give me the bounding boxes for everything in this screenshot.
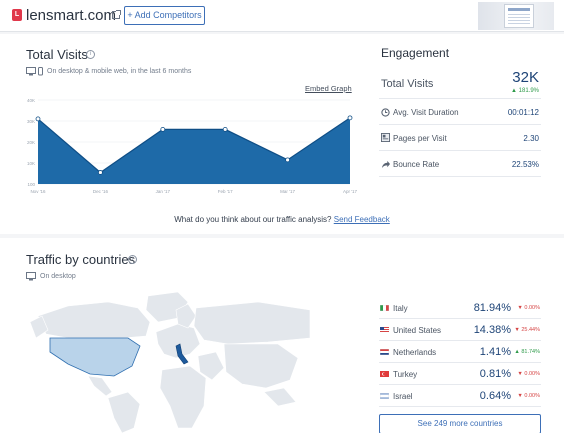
country-row-israel[interactable]: Israel 0.64% ▼ 0.00% (379, 385, 541, 407)
netherlands-flag-icon (380, 349, 389, 355)
embed-graph-link[interactable]: Embed Graph (305, 84, 352, 93)
country-row-turkey[interactable]: Turkey 0.81% ▼ 0.00% (379, 363, 541, 385)
x-tick-label: Jan '17 (156, 189, 171, 194)
map-united-states (49, 337, 141, 377)
total-visits-label: Total Visits (381, 78, 434, 90)
website-thumbnail[interactable] (478, 2, 554, 30)
see-more-countries-button[interactable]: See 249 more countries (379, 414, 541, 433)
country-change: ▼ 0.00% (517, 393, 540, 399)
usa-flag-icon (380, 327, 389, 333)
map-asia (223, 343, 299, 389)
y-tick-label: 20K (27, 140, 35, 145)
y-tick-label: 40K (27, 98, 35, 103)
country-name[interactable]: Netherlands (393, 348, 436, 357)
x-tick-label: Mar '17 (280, 189, 295, 194)
country-share: 1.41% (479, 346, 511, 358)
y-tick-label: 30K (27, 119, 35, 124)
country-name[interactable]: United States (393, 326, 441, 335)
country-share: 81.94% (473, 302, 511, 314)
total-visits-chart: 40K 30K 20K 10K 100 Nov '16 Dec '16 Jan '17 Feb … (27, 98, 357, 194)
engagement-row-pages: Pages per Visit 2.30 (379, 126, 541, 151)
world-map[interactable] (28, 288, 310, 433)
site-header: L lensmart.com + Add Competitors (0, 0, 564, 32)
map-canada (37, 301, 151, 341)
country-row-italy[interactable]: Italy 81.94% ▼ 0.00% (379, 297, 541, 319)
x-tick-label: Apr '17 (343, 189, 357, 194)
data-point (347, 115, 353, 121)
bounce-arrow-icon (381, 160, 390, 169)
engagement-total-visits: Total Visits 32K ▲ 181.9% (379, 68, 541, 99)
country-row-netherlands[interactable]: Netherlands 1.41% ▲ 81.74% (379, 341, 541, 363)
avg-visit-duration-value: 00:01:12 (507, 108, 539, 117)
country-share: 0.81% (479, 368, 511, 380)
x-tick-label: Dec '16 (93, 189, 109, 194)
traffic-overview-panel: Total Visits i On desktop & mobile web, … (0, 34, 564, 234)
country-share: 14.38% (473, 324, 511, 336)
pages-per-visit-label: Pages per Visit (393, 134, 447, 143)
engagement-row-bounce: Bounce Rate 22.53% (379, 152, 541, 177)
bounce-rate-value: 22.53% (511, 160, 539, 169)
data-point (98, 170, 103, 175)
total-visits-title: Total Visits (26, 47, 88, 62)
pages-per-visit-value: 2.30 (523, 134, 539, 143)
pages-icon (381, 133, 390, 142)
country-change: ▼ 0.00% (517, 371, 540, 377)
y-tick-label: 100 (27, 182, 35, 187)
data-point (222, 127, 228, 132)
country-share: 0.64% (479, 390, 511, 402)
data-point (160, 127, 166, 132)
country-name[interactable]: Italy (393, 304, 408, 313)
x-tick-label: Feb '17 (218, 189, 233, 194)
country-change: ▼ 0.00% (517, 305, 540, 311)
total-visits-subtitle: On desktop & mobile web, in the last 6 m… (47, 68, 192, 75)
total-visits-value: 32K (512, 69, 539, 86)
engagement-row-duration: Avg. Visit Duration 00:01:12 (379, 100, 541, 125)
country-change: ▲ 81.74% (514, 349, 540, 355)
country-row-united-states[interactable]: United States 14.38% ▼ 25.44% (379, 319, 541, 341)
x-tick-label: Nov '16 (30, 189, 46, 194)
map-russia (193, 301, 310, 345)
map-central-america (87, 375, 113, 397)
country-name[interactable]: Turkey (393, 370, 417, 379)
countries-subtitle: On desktop (40, 273, 76, 280)
clock-icon (381, 108, 390, 117)
feedback-line: What do you think about our traffic anal… (0, 215, 564, 224)
map-africa (159, 365, 207, 429)
add-competitors-button[interactable]: + Add Competitors (124, 6, 205, 25)
info-icon[interactable]: i (128, 255, 137, 264)
avg-visit-duration-label: Avg. Visit Duration (393, 108, 459, 117)
country-change: ▼ 25.44% (514, 327, 540, 333)
site-name[interactable]: lensmart.com (26, 7, 116, 24)
countries-title: Traffic by countries (26, 252, 136, 267)
italy-flag-icon (380, 305, 389, 311)
data-point (285, 157, 291, 163)
total-visits-change-value: 181.9% (518, 88, 539, 94)
country-name[interactable]: Israel (393, 392, 413, 401)
total-visits-change: ▲ 181.9% (511, 88, 539, 94)
desktop-icon (26, 272, 36, 281)
feedback-text: What do you think about our traffic anal… (174, 215, 332, 224)
send-feedback-link[interactable]: Send Feedback (334, 215, 390, 224)
info-icon[interactable]: i (86, 50, 95, 59)
visits-area (38, 117, 350, 184)
engagement-title: Engagement (381, 46, 450, 60)
site-favicon-icon: L (12, 9, 22, 21)
bounce-rate-label: Bounce Rate (393, 160, 440, 169)
turkey-flag-icon (380, 371, 389, 377)
map-south-america (107, 391, 141, 433)
israel-flag-icon (380, 393, 389, 399)
map-southeast-asia (263, 387, 297, 407)
desktop-mobile-icon (26, 67, 43, 76)
external-link-icon[interactable] (112, 10, 121, 19)
y-tick-label: 10K (27, 161, 35, 166)
traffic-by-countries-panel: Traffic by countries i On desktop Italy … (0, 238, 564, 433)
data-point (35, 116, 41, 122)
